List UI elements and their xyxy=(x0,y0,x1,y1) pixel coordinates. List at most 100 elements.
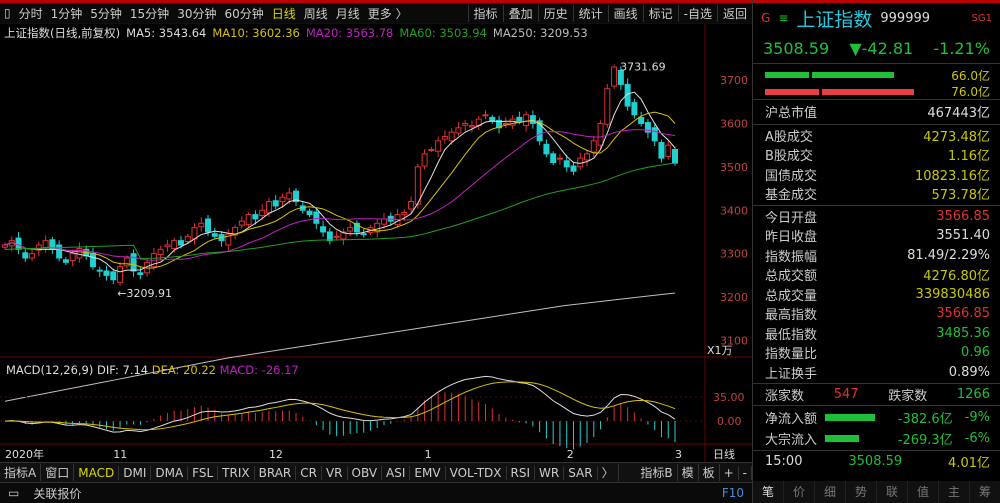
candle-body xyxy=(428,148,435,151)
detail-tab[interactable]: 联 xyxy=(877,481,908,503)
candle-body xyxy=(252,214,259,220)
indicator-tab[interactable]: 窗口 xyxy=(41,464,75,481)
quote-row: 昨日收盘 3551.40 xyxy=(753,226,1000,246)
indicator-tab[interactable]: DMA xyxy=(151,465,189,480)
indicator-tab[interactable]: TRIX xyxy=(218,465,255,480)
sg1-badge[interactable]: SG1 xyxy=(972,13,992,24)
kline-chart[interactable]: 31003200330034003500360037003731.69←3209… xyxy=(0,24,752,464)
period-tab[interactable]: 日线 xyxy=(268,5,300,22)
quote-label: 最低指数 xyxy=(765,327,818,343)
ma60-line xyxy=(4,162,676,259)
indicator-tab[interactable]: + xyxy=(720,465,739,480)
candle-body xyxy=(658,142,665,159)
candle-body xyxy=(245,214,252,226)
bar2-value: 76.0亿 xyxy=(951,85,990,99)
candle-body xyxy=(631,102,638,116)
related-quotes-label[interactable]: 关联报价 xyxy=(33,485,81,502)
indicator-tab[interactable]: - xyxy=(739,465,752,480)
bar1-value: 66.0亿 xyxy=(951,69,990,83)
indicator-tab[interactable]: ASI xyxy=(382,465,411,480)
y-tick: 3500 xyxy=(720,161,748,174)
indicator-tab[interactable]: MACD xyxy=(74,465,120,480)
indicator-tab[interactable]: RSI xyxy=(507,465,536,480)
indicator-tab[interactable]: 指标B xyxy=(636,464,678,481)
quote-label: A股成交 xyxy=(765,129,813,145)
indicator-tab[interactable]: EMV xyxy=(410,465,446,480)
period-tab[interactable]: 15分钟 xyxy=(126,5,173,22)
candle-body xyxy=(563,160,570,168)
ma5-line xyxy=(4,91,676,273)
period-tab[interactable]: 5分钟 xyxy=(86,5,126,22)
candle-body xyxy=(590,140,597,153)
ma60-value: MA60: 3503.94 xyxy=(399,26,487,40)
y-tick: 3700 xyxy=(720,74,748,87)
sell-bar-1 xyxy=(765,89,819,95)
indicator-tab[interactable]: SAR xyxy=(564,465,598,480)
period-tab[interactable]: 月线 xyxy=(332,5,364,22)
quote-label: 沪总市值 xyxy=(765,106,818,122)
toolbar-button[interactable]: 指标 xyxy=(467,4,503,22)
y-tick: 3600 xyxy=(720,117,748,130)
detail-tab[interactable]: 筹 xyxy=(970,481,1000,503)
indicator-tab[interactable]: FSL xyxy=(188,465,219,480)
detail-tab[interactable]: 价 xyxy=(784,481,815,503)
indicator-tab[interactable]: 〉 xyxy=(598,464,619,481)
candle-body xyxy=(584,153,591,161)
candle-body xyxy=(110,271,117,281)
candle-body xyxy=(22,252,29,259)
menu-icon[interactable]: ≡ xyxy=(778,11,788,25)
quote-panel: G ≡ 上证指数 999999 SG1 3508.59 ▼-42.81 -1.2… xyxy=(752,0,1000,503)
layout-toggle-icon[interactable]: ▯ xyxy=(0,6,15,20)
quote-label: 指数振幅 xyxy=(765,249,818,265)
indicator-tab[interactable]: 模 xyxy=(678,464,699,481)
indicator-tab[interactable]: WR xyxy=(535,465,565,480)
detail-tab[interactable]: 细 xyxy=(815,481,846,503)
quote-value: 4273.48亿 xyxy=(923,129,990,145)
indicator-tab[interactable]: 指标A xyxy=(0,464,42,481)
period-tab[interactable]: 分时 xyxy=(15,5,47,22)
g-icon[interactable]: G xyxy=(761,11,770,25)
sell-bar-2 xyxy=(822,89,914,95)
detail-tab[interactable]: 笔 xyxy=(753,481,784,503)
flow-amount: -382.6亿 xyxy=(897,412,953,427)
toolbar-button[interactable]: 标记 xyxy=(642,4,678,22)
indicator-tab[interactable]: CR xyxy=(296,465,322,480)
candle-body xyxy=(265,201,272,214)
period-tab[interactable]: 30分钟 xyxy=(173,5,220,22)
candle-body xyxy=(2,244,8,248)
candle-body xyxy=(103,270,110,276)
toolbar-button[interactable]: -自选 xyxy=(677,4,717,22)
window-icon[interactable]: ▭ xyxy=(8,486,19,500)
quote-value: 339830486 xyxy=(915,286,990,302)
quote-row: 总成交额 4276.80亿 xyxy=(753,265,1000,285)
quote-value: 573.78亿 xyxy=(931,188,991,204)
detail-tab[interactable]: 势 xyxy=(846,481,877,503)
indicator-tab[interactable]: VR xyxy=(322,465,348,480)
period-tab[interactable]: 更多 〉 xyxy=(364,5,412,22)
toolbar-button[interactable]: 叠加 xyxy=(502,4,538,22)
quote-value: 4276.80亿 xyxy=(923,269,990,285)
f10-button[interactable]: F10 xyxy=(722,486,744,500)
quote-row: 今日开盘 3566.85 xyxy=(753,207,1000,227)
indicator-tab[interactable]: 板 xyxy=(699,464,720,481)
tick-time: 15:00 xyxy=(765,453,803,469)
quote-value: 3566.85 xyxy=(936,208,990,224)
indicator-tab[interactable]: VOL-TDX xyxy=(446,465,507,480)
toolbar-button[interactable]: 画线 xyxy=(607,4,643,22)
detail-tab[interactable]: 值 xyxy=(908,481,939,503)
indicator-tab[interactable]: BRAR xyxy=(255,465,297,480)
period-tab[interactable]: 1分钟 xyxy=(47,5,87,22)
period-tab[interactable]: 周线 xyxy=(300,5,332,22)
detail-tab[interactable]: 主 xyxy=(939,481,970,503)
indicator-tab[interactable]: OBV xyxy=(348,465,383,480)
toolbar-button[interactable]: 统计 xyxy=(572,4,608,22)
quote-value: 3551.40 xyxy=(936,228,990,244)
candle-body xyxy=(238,220,245,226)
indicator-tab[interactable]: DMI xyxy=(119,465,152,480)
candle-body xyxy=(313,211,320,224)
toolbar-button[interactable]: 历史 xyxy=(537,4,573,22)
period-tab[interactable]: 60分钟 xyxy=(220,5,267,22)
ma250-line xyxy=(4,292,676,402)
candle-body xyxy=(29,253,36,259)
toolbar-button[interactable]: 返回 xyxy=(716,4,752,22)
